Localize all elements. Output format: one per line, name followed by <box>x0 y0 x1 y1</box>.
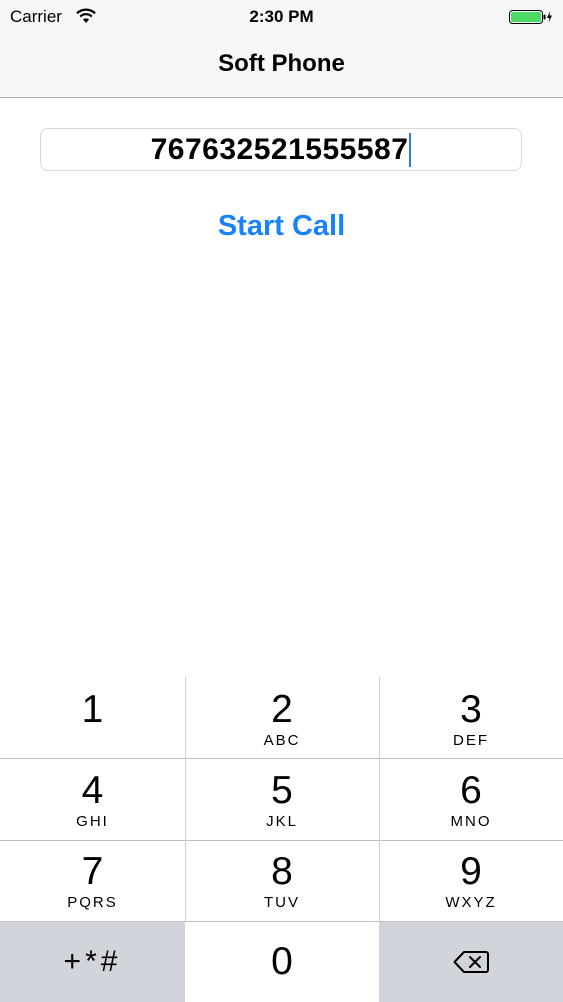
nav-title: Soft Phone <box>218 50 345 77</box>
key-digit: 8 <box>271 850 293 893</box>
status-bar: Carrier 2:30 PM <box>0 0 563 34</box>
symbols-label: +*# <box>63 945 122 978</box>
keypad-separator <box>0 840 563 841</box>
key-5[interactable]: 5 JKL <box>185 759 379 840</box>
key-8[interactable]: 8 TUV <box>185 841 379 921</box>
phone-screen: Carrier 2:30 PM Soft Phone 7676325215555… <box>0 0 563 1002</box>
symbols-key[interactable]: +*# <box>0 922 185 1002</box>
key-digit: 5 <box>271 769 293 812</box>
key-letters: TUV <box>264 894 300 911</box>
key-letters: JKL <box>266 813 298 830</box>
backspace-icon <box>453 951 489 973</box>
key-letters: MNO <box>450 813 492 830</box>
key-digit: 0 <box>271 940 293 983</box>
keypad-separator <box>0 758 563 759</box>
key-9[interactable]: 9 WXYZ <box>379 841 563 921</box>
key-letters: WXYZ <box>445 894 497 911</box>
status-time: 2:30 PM <box>249 7 314 26</box>
key-digit: 2 <box>271 688 293 731</box>
key-letters: ABC <box>263 732 301 749</box>
number-keypad: 1 2 ABC 3 DEF 4 GHI 5 JKL 6 MNO 7 PQRS 8… <box>0 677 563 1002</box>
phone-number-field[interactable]: 767632521555587 <box>40 128 522 171</box>
key-letters: PQRS <box>67 894 118 911</box>
key-0[interactable]: 0 <box>185 922 379 1002</box>
key-6[interactable]: 6 MNO <box>379 759 563 840</box>
text-caret <box>409 132 412 167</box>
keypad-separator <box>379 677 380 922</box>
key-digit: 4 <box>81 769 104 812</box>
navigation-bar: Soft Phone <box>0 34 563 98</box>
key-3[interactable]: 3 DEF <box>379 677 563 758</box>
key-digit: 3 <box>460 688 482 731</box>
keypad-separator <box>185 677 186 922</box>
key-digit: 9 <box>460 850 482 893</box>
key-digit: 6 <box>460 769 482 812</box>
key-letters: DEF <box>453 732 489 749</box>
start-call-button[interactable]: Start Call <box>0 210 563 243</box>
keypad-separator <box>0 921 563 922</box>
phone-number-value: 767632521555587 <box>150 132 409 166</box>
key-1[interactable]: 1 <box>0 677 185 758</box>
key-4[interactable]: 4 GHI <box>0 759 185 840</box>
key-2[interactable]: 2 ABC <box>185 677 379 758</box>
key-digit: 1 <box>81 688 104 731</box>
battery-charging-icon <box>509 10 552 24</box>
delete-button[interactable] <box>379 922 563 1002</box>
key-digit: 7 <box>81 850 104 893</box>
key-letters: GHI <box>76 813 109 830</box>
key-7[interactable]: 7 PQRS <box>0 841 185 921</box>
